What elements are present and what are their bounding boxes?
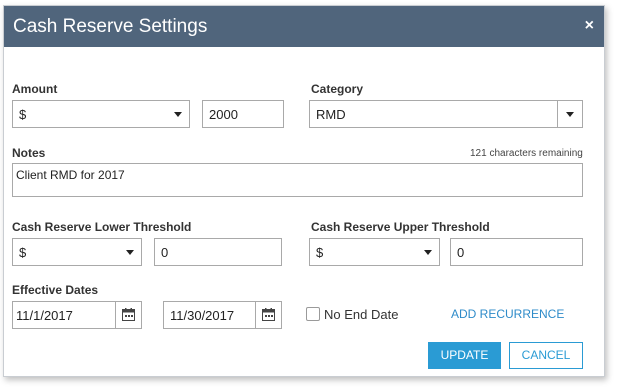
no-end-date-label[interactable]: No End Date bbox=[324, 307, 398, 322]
dialog-titlebar: Cash Reserve Settings × bbox=[4, 6, 604, 47]
lower-threshold-input[interactable]: 0 bbox=[154, 238, 282, 266]
lower-threshold-type-value: $ bbox=[19, 245, 27, 260]
amount-type-value: $ bbox=[19, 107, 27, 122]
start-date-picker-button[interactable] bbox=[115, 302, 141, 328]
notes-textarea[interactable]: Client RMD for 2017 bbox=[12, 163, 583, 197]
end-date-input[interactable]: 11/30/2017 bbox=[163, 301, 282, 329]
close-icon[interactable]: × bbox=[585, 16, 594, 36]
category-value: RMD bbox=[316, 107, 346, 122]
upper-threshold-label: Cash Reserve Upper Threshold bbox=[311, 220, 490, 234]
add-recurrence-link[interactable]: ADD RECURRENCE bbox=[451, 307, 564, 321]
amount-input[interactable]: 2000 bbox=[202, 100, 284, 128]
notes-value: Client RMD for 2017 bbox=[16, 168, 125, 182]
category-dropdown-button[interactable] bbox=[557, 101, 582, 127]
lower-threshold-label: Cash Reserve Lower Threshold bbox=[12, 220, 192, 234]
calendar-icon bbox=[262, 308, 275, 321]
chevron-down-icon bbox=[424, 250, 432, 255]
no-end-date-checkbox[interactable] bbox=[306, 307, 320, 321]
notes-label: Notes bbox=[12, 146, 46, 160]
end-date-value: 11/30/2017 bbox=[170, 308, 235, 323]
cash-reserve-settings-dialog: Cash Reserve Settings × Amount $ 2000 Ca… bbox=[3, 5, 605, 377]
upper-threshold-type-value: $ bbox=[316, 245, 324, 260]
update-button[interactable]: UPDATE bbox=[428, 342, 501, 369]
calendar-icon bbox=[122, 308, 135, 321]
notes-characters-remaining: 121 characters remaining bbox=[470, 148, 583, 159]
chevron-down-icon bbox=[566, 112, 574, 117]
amount-label: Amount bbox=[12, 82, 58, 96]
start-date-input[interactable]: 11/1/2017 bbox=[12, 301, 142, 329]
end-date-picker-button[interactable] bbox=[255, 302, 281, 328]
dialog-title: Cash Reserve Settings bbox=[13, 16, 208, 37]
cancel-button[interactable]: CANCEL bbox=[509, 342, 583, 369]
category-select[interactable]: RMD bbox=[309, 100, 583, 128]
amount-value: 2000 bbox=[209, 107, 238, 122]
effective-dates-label: Effective Dates bbox=[12, 283, 99, 297]
amount-type-select[interactable]: $ bbox=[12, 100, 190, 128]
lower-threshold-type-select[interactable]: $ bbox=[12, 238, 142, 266]
category-label: Category bbox=[311, 82, 364, 96]
upper-threshold-type-select[interactable]: $ bbox=[309, 238, 440, 266]
upper-threshold-input[interactable]: 0 bbox=[450, 238, 583, 266]
start-date-value: 11/1/2017 bbox=[16, 308, 73, 323]
chevron-down-icon bbox=[126, 250, 134, 255]
upper-threshold-value: 0 bbox=[457, 245, 465, 260]
chevron-down-icon bbox=[174, 112, 182, 117]
lower-threshold-value: 0 bbox=[161, 245, 169, 260]
